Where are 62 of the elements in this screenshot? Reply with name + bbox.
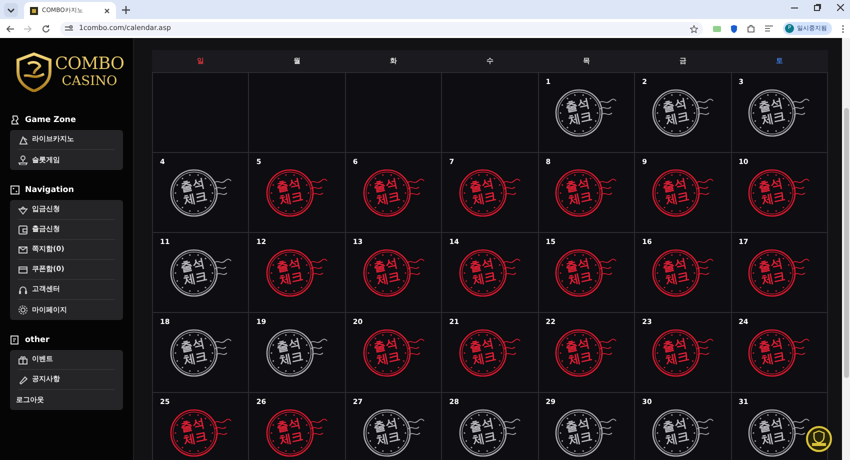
stamp-text: 출석 체크: [660, 256, 692, 288]
shield-logo-icon: [16, 52, 52, 92]
stamp-text: 출석 체크: [370, 176, 402, 208]
stamp-text: 출석 체크: [467, 416, 498, 448]
stamp-text: 출석 체크: [756, 336, 788, 368]
puzzle-icon[interactable]: [747, 24, 755, 32]
gear-icon: [18, 305, 28, 315]
site-favicon-icon: [30, 6, 38, 14]
stamp-text: 출석 체크: [274, 256, 306, 288]
stamp-text: 출석 체크: [660, 96, 692, 128]
headset-icon: [18, 284, 28, 294]
stamp-text: 출석 체크: [370, 336, 402, 368]
stamp-text: 출석 체크: [564, 96, 595, 128]
envelope-icon: [18, 244, 28, 254]
diamond-icon: [18, 204, 28, 214]
stamp-text: 출석 체크: [660, 336, 692, 368]
stamp-text: 출석 체크: [756, 96, 788, 128]
stamp-text: 출석 체크: [467, 336, 498, 368]
stamp-text: 출석 체크: [467, 176, 498, 208]
stamp-text: 출석 체크: [564, 336, 595, 368]
restore-icon[interactable]: [814, 4, 821, 11]
gift-icon: [18, 354, 28, 364]
star-icon[interactable]: [690, 24, 698, 32]
stamp-text: 출석 체크: [274, 336, 306, 368]
reload-icon[interactable]: [42, 24, 50, 32]
dice-icon: [10, 185, 20, 195]
scrollbar-thumb[interactable]: [844, 108, 848, 378]
stamp-text: 출석 체크: [274, 416, 306, 448]
site-settings-icon: [65, 25, 73, 32]
stamp-text: 출석 체크: [178, 176, 210, 208]
stamp-text: 출석 체크: [467, 256, 498, 288]
logo-text: CASINO: [62, 75, 118, 88]
section-heading: Game Zone: [25, 114, 76, 126]
stamp-text: 출석 체크: [178, 416, 210, 448]
reading-list-icon[interactable]: [765, 25, 773, 32]
stamp-text: 출석 체크: [756, 256, 788, 288]
stamp-text: 출석 체크: [660, 176, 692, 208]
back-icon[interactable]: [6, 24, 14, 32]
section-heading: Navigation: [25, 184, 74, 196]
wallet-icon: [18, 224, 28, 234]
new-tab-icon[interactable]: [122, 6, 130, 14]
stamp-text: 출석 체크: [178, 256, 210, 288]
stamp-text: 출석 체크: [564, 256, 595, 288]
section-heading: other: [25, 334, 50, 346]
stamp-text: 출석 체크: [274, 176, 306, 208]
joystick-icon: [18, 155, 28, 165]
stamp-text: 출석 체크: [564, 176, 595, 208]
close-icon[interactable]: [104, 8, 110, 14]
stamp-text: 출석 체크: [660, 416, 692, 448]
tab-list-icon[interactable]: [4, 3, 18, 17]
card-icon: [18, 264, 28, 274]
stamp-text: 출석 체크: [756, 176, 788, 208]
document-icon: [10, 335, 20, 345]
close-icon[interactable]: [837, 4, 844, 11]
stamp-text: 출석 체크: [370, 416, 402, 448]
stamp-text: 출석 체크: [564, 416, 595, 448]
logo-text: COMBO: [55, 56, 124, 73]
stamp-text: 출석 체크: [370, 256, 402, 288]
stamp-text: 출석 체크: [756, 416, 788, 448]
stamp-text: 출석 체크: [178, 336, 210, 368]
shield-badge-icon[interactable]: [806, 426, 832, 452]
shield-icon[interactable]: [731, 24, 737, 32]
